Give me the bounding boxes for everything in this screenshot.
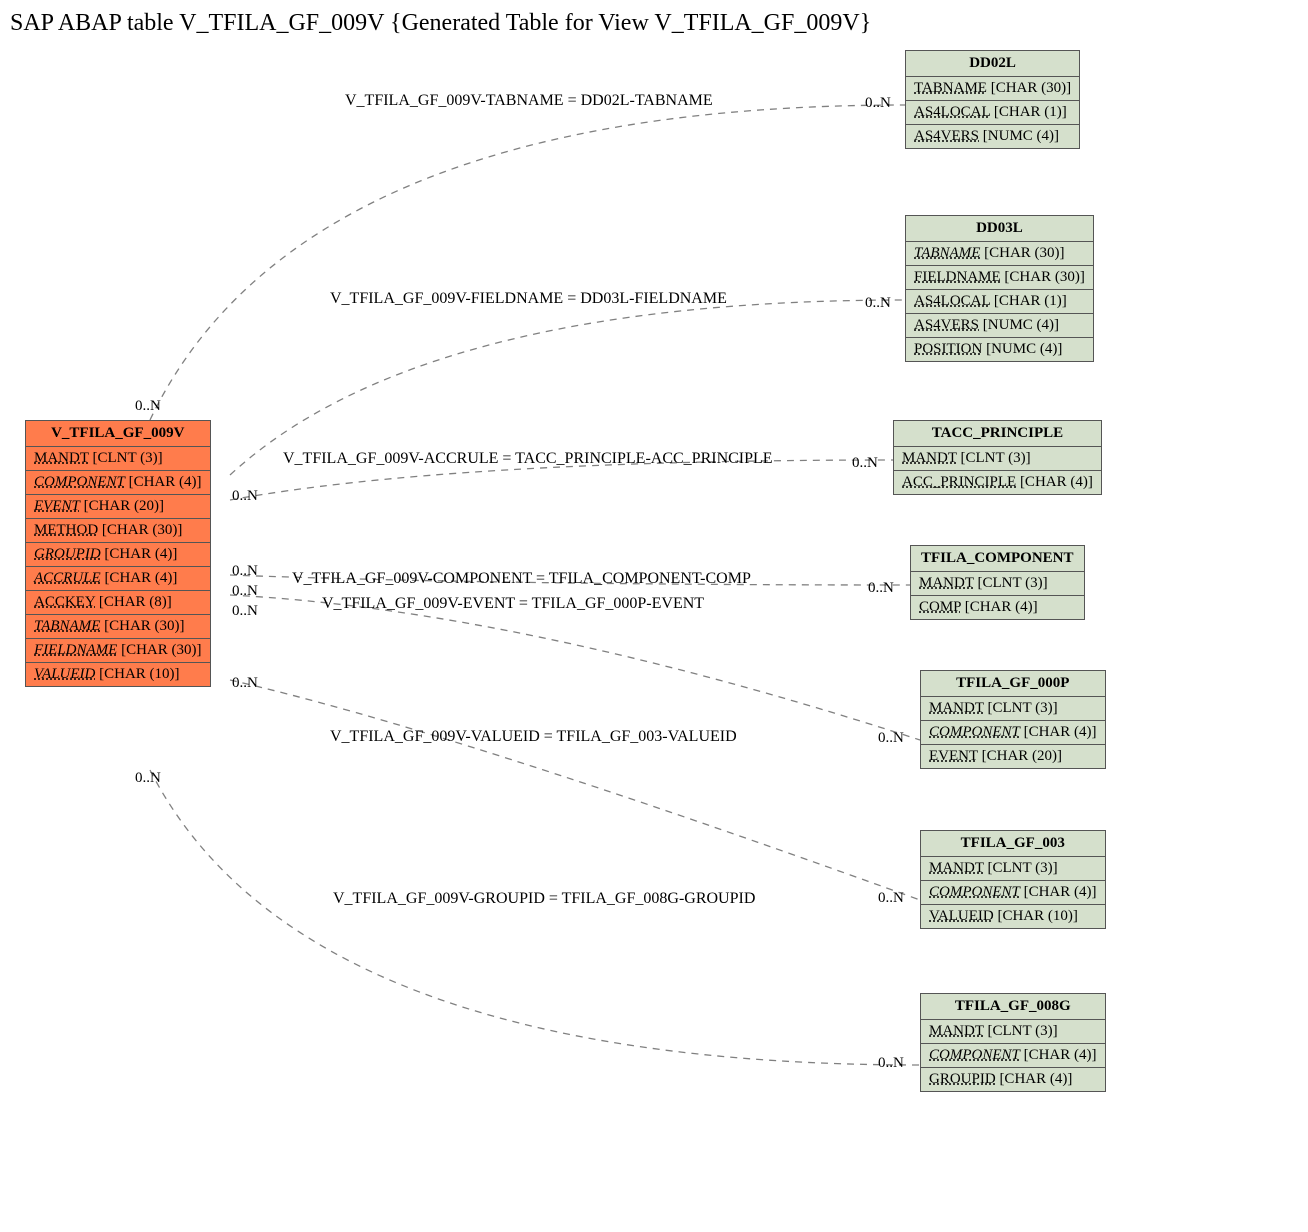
entity-header: TFILA_COMPONENT bbox=[911, 546, 1084, 572]
page-title: SAP ABAP table V_TFILA_GF_009V {Generate… bbox=[10, 10, 871, 37]
cardinality: 0..N bbox=[878, 890, 904, 907]
entity-dd03l: DD03L TABNAME [CHAR (30)]FIELDNAME [CHAR… bbox=[905, 215, 1094, 362]
entity-field: TABNAME [CHAR (30)] bbox=[906, 242, 1093, 266]
entity-header: DD03L bbox=[906, 216, 1093, 242]
entity-field: MANDT [CLNT (3)] bbox=[894, 447, 1101, 471]
entity-field: COMPONENT [CHAR (4)] bbox=[26, 471, 210, 495]
relation-label: V_TFILA_GF_009V-VALUEID = TFILA_GF_003-V… bbox=[330, 728, 737, 746]
entity-field: TABNAME [CHAR (30)] bbox=[26, 615, 210, 639]
entity-dd02l: DD02L TABNAME [CHAR (30)]AS4LOCAL [CHAR … bbox=[905, 50, 1080, 149]
relation-label: V_TFILA_GF_009V-ACCRULE = TACC_PRINCIPLE… bbox=[283, 450, 773, 468]
entity-field: COMP [CHAR (4)] bbox=[911, 596, 1084, 619]
entity-header: TACC_PRINCIPLE bbox=[894, 421, 1101, 447]
entity-field: MANDT [CLNT (3)] bbox=[26, 447, 210, 471]
entity-header: TFILA_GF_008G bbox=[921, 994, 1105, 1020]
entity-header: TFILA_GF_000P bbox=[921, 671, 1105, 697]
entity-field: ACC_PRINCIPLE [CHAR (4)] bbox=[894, 471, 1101, 494]
cardinality: 0..N bbox=[232, 675, 258, 692]
entity-field: GROUPID [CHAR (4)] bbox=[26, 543, 210, 567]
entity-header: TFILA_GF_003 bbox=[921, 831, 1105, 857]
entity-field: VALUEID [CHAR (10)] bbox=[921, 905, 1105, 928]
relation-label: V_TFILA_GF_009V-FIELDNAME = DD03L-FIELDN… bbox=[330, 290, 727, 308]
cardinality: 0..N bbox=[878, 1055, 904, 1072]
entity-field: COMPONENT [CHAR (4)] bbox=[921, 881, 1105, 905]
entity-tfila-gf-000p: TFILA_GF_000P MANDT [CLNT (3)]COMPONENT … bbox=[920, 670, 1106, 769]
cardinality: 0..N bbox=[232, 563, 258, 580]
entity-field: FIELDNAME [CHAR (30)] bbox=[906, 266, 1093, 290]
entity-field: EVENT [CHAR (20)] bbox=[921, 745, 1105, 768]
entity-tfila-gf-003: TFILA_GF_003 MANDT [CLNT (3)]COMPONENT [… bbox=[920, 830, 1106, 929]
entity-field: COMPONENT [CHAR (4)] bbox=[921, 721, 1105, 745]
entity-field: VALUEID [CHAR (10)] bbox=[26, 663, 210, 686]
cardinality: 0..N bbox=[135, 398, 161, 415]
entity-field: TABNAME [CHAR (30)] bbox=[906, 77, 1079, 101]
entity-header: DD02L bbox=[906, 51, 1079, 77]
entity-primary: V_TFILA_GF_009V MANDT [CLNT (3)]COMPONEN… bbox=[25, 420, 211, 687]
cardinality: 0..N bbox=[232, 488, 258, 505]
entity-field: AS4VERS [NUMC (4)] bbox=[906, 314, 1093, 338]
relation-label: V_TFILA_GF_009V-EVENT = TFILA_GF_000P-EV… bbox=[322, 595, 704, 613]
entity-field: POSITION [NUMC (4)] bbox=[906, 338, 1093, 361]
entity-tfila-gf-008g: TFILA_GF_008G MANDT [CLNT (3)]COMPONENT … bbox=[920, 993, 1106, 1092]
entity-field: EVENT [CHAR (20)] bbox=[26, 495, 210, 519]
cardinality: 0..N bbox=[232, 603, 258, 620]
cardinality: 0..N bbox=[852, 455, 878, 472]
entity-tacc-principle: TACC_PRINCIPLE MANDT [CLNT (3)]ACC_PRINC… bbox=[893, 420, 1102, 495]
cardinality: 0..N bbox=[868, 580, 894, 597]
entity-field: MANDT [CLNT (3)] bbox=[921, 857, 1105, 881]
relation-label: V_TFILA_GF_009V-GROUPID = TFILA_GF_008G-… bbox=[333, 890, 755, 908]
entity-field: COMPONENT [CHAR (4)] bbox=[921, 1044, 1105, 1068]
entity-field: AS4VERS [NUMC (4)] bbox=[906, 125, 1079, 148]
entity-field: METHOD [CHAR (30)] bbox=[26, 519, 210, 543]
entity-field: MANDT [CLNT (3)] bbox=[911, 572, 1084, 596]
entity-field: MANDT [CLNT (3)] bbox=[921, 697, 1105, 721]
entity-field: ACCRULE [CHAR (4)] bbox=[26, 567, 210, 591]
cardinality: 0..N bbox=[865, 295, 891, 312]
entity-field: GROUPID [CHAR (4)] bbox=[921, 1068, 1105, 1091]
relation-label: V_TFILA_GF_009V-COMPONENT = TFILA_COMPON… bbox=[292, 570, 751, 588]
cardinality: 0..N bbox=[878, 730, 904, 747]
entity-field: AS4LOCAL [CHAR (1)] bbox=[906, 290, 1093, 314]
entity-field: AS4LOCAL [CHAR (1)] bbox=[906, 101, 1079, 125]
entity-header: V_TFILA_GF_009V bbox=[26, 421, 210, 447]
entity-field: FIELDNAME [CHAR (30)] bbox=[26, 639, 210, 663]
entity-field: ACCKEY [CHAR (8)] bbox=[26, 591, 210, 615]
cardinality: 0..N bbox=[232, 583, 258, 600]
cardinality: 0..N bbox=[135, 770, 161, 787]
cardinality: 0..N bbox=[865, 95, 891, 112]
entity-tfila-component: TFILA_COMPONENT MANDT [CLNT (3)]COMP [CH… bbox=[910, 545, 1085, 620]
relation-label: V_TFILA_GF_009V-TABNAME = DD02L-TABNAME bbox=[345, 92, 713, 110]
entity-field: MANDT [CLNT (3)] bbox=[921, 1020, 1105, 1044]
